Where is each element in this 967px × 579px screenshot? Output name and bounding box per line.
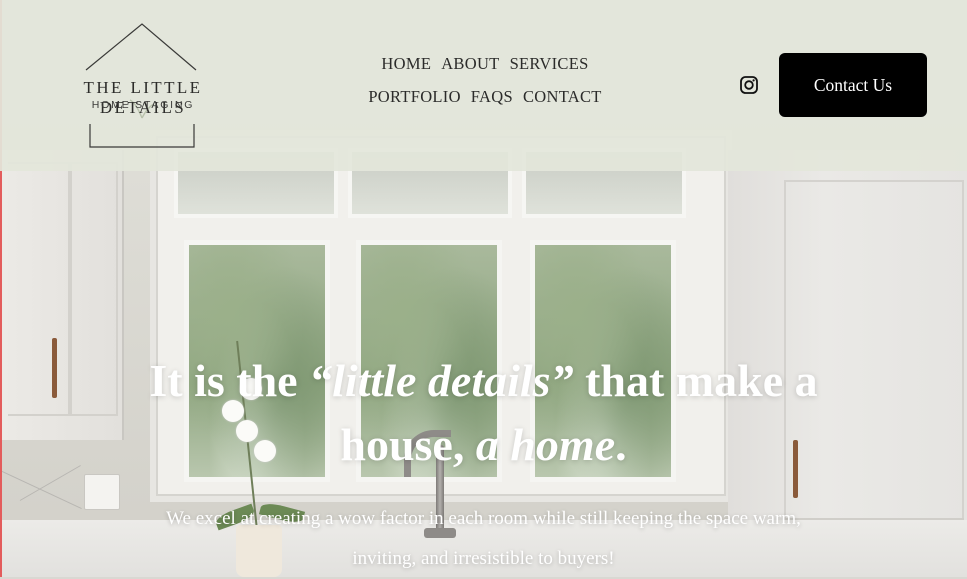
cabinet-panel: [8, 162, 70, 416]
headline-italic: a home: [475, 418, 616, 470]
logo-subtitle: HOME STAGING: [91, 99, 195, 111]
headline-italic: “little details”: [309, 354, 574, 406]
headline-text: It is the: [149, 354, 310, 406]
site-header: THE LITTLE DETAILS HOME STAGING HOME ABO…: [0, 0, 967, 171]
contact-us-button[interactable]: Contact Us: [779, 53, 927, 117]
nav-portfolio[interactable]: PORTFOLIO: [368, 87, 460, 107]
hero-headline: It is the “little details” that make a h…: [120, 349, 847, 477]
nav-row: HOME ABOUT SERVICES: [340, 54, 630, 74]
hero-subtext: We excel at creating a wow factor in eac…: [166, 508, 801, 569]
left-cabinet: [0, 150, 124, 440]
cabinet-handle: [52, 338, 57, 398]
main-nav: HOME ABOUT SERVICES PORTFOLIO FAQS CONTA…: [340, 54, 630, 120]
instagram-icon[interactable]: [739, 75, 759, 95]
marble-vein: [0, 470, 82, 509]
nav-faqs[interactable]: FAQS: [471, 87, 513, 107]
wall-outlet: [84, 474, 120, 510]
nav-about[interactable]: ABOUT: [441, 54, 499, 74]
logo-title: THE LITTLE DETAILS: [83, 78, 203, 117]
headline-text: .: [615, 418, 627, 470]
nav-services[interactable]: SERVICES: [510, 54, 589, 74]
cabinet-panel: [70, 162, 118, 416]
site-logo[interactable]: THE LITTLE DETAILS HOME STAGING: [38, 20, 250, 150]
nav-row: PORTFOLIO FAQS CONTACT: [340, 87, 630, 107]
nav-contact[interactable]: CONTACT: [523, 87, 602, 107]
nav-home[interactable]: HOME: [381, 54, 431, 74]
